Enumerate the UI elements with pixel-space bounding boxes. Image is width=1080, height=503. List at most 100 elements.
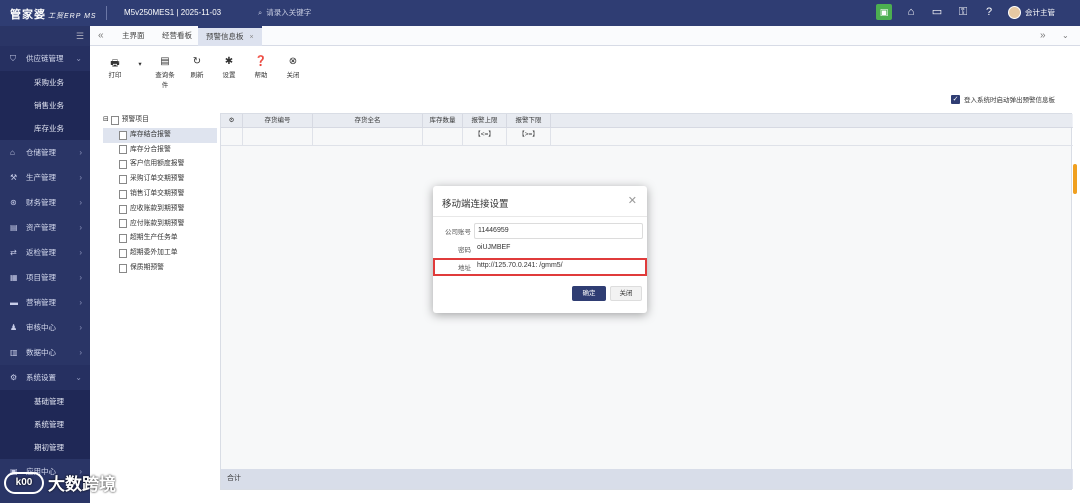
sidebar-subitem[interactable]: 采购业务 xyxy=(0,71,90,94)
password-label: 密码 xyxy=(458,247,471,254)
tree-item[interactable]: 保质期预警 xyxy=(103,261,217,276)
user-menu[interactable]: 会计主管 xyxy=(1008,6,1055,19)
home-icon[interactable]: ⌂ xyxy=(904,5,918,19)
sidebar-item-3[interactable]: ⊛ 财务管理 › xyxy=(0,190,90,215)
asset-icon: ▤ xyxy=(10,223,18,232)
watermark: k00 大数跨境 xyxy=(4,470,116,495)
tree-item-label: 客户信用额度报警 xyxy=(130,160,185,168)
sidebar-item-4[interactable]: ▤ 资产管理 › xyxy=(0,215,90,240)
production-icon: ⚒ xyxy=(10,173,18,182)
sidebar-item-10[interactable]: ⚙ 系统设置 ⌄ xyxy=(0,365,90,390)
sidebar-item-9[interactable]: ▥ 数据中心 › xyxy=(0,340,90,365)
project-icon: ▦ xyxy=(10,273,18,282)
sidebar-item-5[interactable]: ⇄ 返检管理 › xyxy=(0,240,90,265)
tab-home[interactable]: 主界面 xyxy=(114,26,153,46)
global-search[interactable]: ⌕ 请录入关键字 xyxy=(258,7,315,18)
company-account-field[interactable]: 11446959 xyxy=(474,223,643,239)
sidebar-item-7[interactable]: ▬ 营销管理 › xyxy=(0,290,90,315)
auto-popup-option[interactable]: ✓ 登入系统时启动弹出预警信息板 xyxy=(951,94,1055,104)
company-account-row: 公司账号 11446959 xyxy=(433,223,647,239)
settings-icon: ⚙ xyxy=(10,373,18,382)
confirm-button[interactable]: 确定 xyxy=(572,286,606,301)
avatar xyxy=(1008,6,1021,19)
tree-item[interactable]: 超期生产任务单 xyxy=(103,231,217,246)
sidebar-item-label: 数据中心 xyxy=(26,348,56,357)
toolbar-button-5[interactable]: ⊗ 关闭 xyxy=(282,56,304,89)
close-button[interactable]: 关闭 xyxy=(610,286,642,301)
top-bar: 管家婆 工贸ERP MS M5v250MES1 | 2025-11-03 ⌕ 请录入… xyxy=(0,0,1080,26)
sidebar-subitem[interactable]: 系统管理 xyxy=(0,413,90,436)
sidebar-item-6[interactable]: ▦ 项目管理 › xyxy=(0,265,90,290)
sidebar-item-label: 返检管理 xyxy=(26,248,56,257)
tree-item[interactable]: 库存结合报警 xyxy=(103,127,217,143)
tree-root[interactable]: ⊟ 预警项目 xyxy=(103,113,217,128)
close-icon[interactable]: ✕ xyxy=(628,194,637,207)
toolbar-label: 关闭 xyxy=(286,72,300,79)
chevron-down-icon: ⌄ xyxy=(75,54,82,63)
address-highlight xyxy=(433,258,647,276)
toolbar-button-0[interactable]: 🖶 打印 xyxy=(104,56,126,89)
chevron-right-icon: › xyxy=(79,273,82,282)
refresh-icon: ↻ xyxy=(192,56,202,67)
warning-tree: ⊟ 预警项目库存结合报警库存分合报警客户信用额度报警采购订单交期预警销售订单交期预… xyxy=(103,113,217,276)
toolbar-label: 打印 xyxy=(108,72,122,79)
scrollbar-marker[interactable] xyxy=(1073,164,1077,194)
account-info: M5v250MES1 | 2025-11-03 xyxy=(124,8,222,17)
sidebar-item-label: 财务管理 xyxy=(26,198,56,207)
toolbar-button-3[interactable]: ✱ 设置 xyxy=(218,56,240,89)
chevron-down-icon[interactable]: ⌄ xyxy=(1062,26,1069,46)
tree-item[interactable]: 库存分合报警 xyxy=(103,143,217,158)
tree-item-label: 应收账款到期预警 xyxy=(130,204,185,212)
tab-dashboard[interactable]: 经营看板 xyxy=(154,26,200,46)
tree-item[interactable]: 销售订单交期预警 xyxy=(103,187,217,202)
close-tab-icon[interactable]: × xyxy=(250,34,254,41)
tree-item-label: 销售订单交期预警 xyxy=(130,189,185,197)
data-icon: ▥ xyxy=(10,348,18,357)
finance-icon: ⊛ xyxy=(10,198,17,207)
tree-item[interactable]: 采购订单交期预警 xyxy=(103,172,217,187)
help-icon[interactable]: ? xyxy=(982,5,996,19)
dialog-title: 移动端连接设置 xyxy=(442,199,509,210)
password-field[interactable]: oiUJMBEF xyxy=(474,241,643,257)
collapse-sidebar-icon[interactable]: ☰ xyxy=(76,31,84,42)
sidebar-subitem[interactable]: 销售业务 xyxy=(0,94,90,117)
chevron-right-icon: › xyxy=(79,348,82,357)
tree-item[interactable]: 应付账款到期预警 xyxy=(103,217,217,232)
sidebar-item-8[interactable]: ♟ 审核中心 › xyxy=(0,315,90,340)
auto-popup-checkbox[interactable]: ✓ xyxy=(951,94,960,104)
sidebar-subitem[interactable]: 基础管理 xyxy=(0,390,90,413)
tree-root-label: 预警项目 xyxy=(121,116,149,123)
sidebar-item-label: 生产管理 xyxy=(26,173,56,182)
sidebar-item-label: 仓储管理 xyxy=(26,148,56,157)
chevron-right-icon: › xyxy=(79,173,82,182)
sidebar-item-label: 系统设置 xyxy=(26,373,56,382)
toolbar-button-4[interactable]: ❓ 帮助 xyxy=(250,56,272,89)
collapse-tree-icon[interactable]: ⊟ xyxy=(103,113,109,128)
mobile-link-icon[interactable]: ▣ xyxy=(876,4,892,20)
tree-item[interactable]: 客户信用额度报警 xyxy=(103,157,217,172)
tab-scroll-right-icon[interactable]: » xyxy=(1040,26,1046,46)
lock-icon[interactable]: ⚿ xyxy=(956,5,970,19)
file-icon xyxy=(119,130,127,140)
toolbar-button-2[interactable]: ↻ 刷新 xyxy=(186,56,208,89)
tab-warning-board[interactable]: 预警信息板 × xyxy=(198,26,262,46)
tab-scroll-left-icon[interactable]: « xyxy=(98,26,104,46)
sidebar-subitem[interactable]: 期初管理 xyxy=(0,436,90,459)
file-icon xyxy=(119,219,127,229)
sidebar-item-2[interactable]: ⚒ 生产管理 › xyxy=(0,165,90,190)
tree-item[interactable]: 应收账款到期预警 xyxy=(103,202,217,217)
file-icon xyxy=(119,189,127,199)
sidebar-item-1[interactable]: ⌂ 仓储管理 › xyxy=(0,140,90,165)
toolbar-button-1[interactable]: ▤ 查询条件 xyxy=(154,56,176,89)
chevron-right-icon: › xyxy=(79,323,82,332)
tree-item[interactable]: 超期委外加工单 xyxy=(103,246,217,261)
message-icon[interactable]: ▭ xyxy=(930,5,944,19)
sidebar-menu: ⛉ 供应链管理 ⌄ 采购业务 销售业务 库存业务 ⌂ 仓储管理 › ⚒ 生产管理 › ⊛ 财务管理 › ▤ 资产… xyxy=(0,46,90,484)
tree-item-label: 库存分合报警 xyxy=(130,145,171,153)
help-icon: ❓ xyxy=(254,56,268,67)
print-dropdown-icon[interactable]: ▾ xyxy=(136,56,144,89)
sidebar-subitem[interactable]: 库存业务 xyxy=(0,117,90,140)
tab-label: 预警信息板 xyxy=(206,32,244,41)
chevron-right-icon: › xyxy=(79,248,82,257)
sidebar-item-0[interactable]: ⛉ 供应链管理 ⌄ xyxy=(0,46,90,71)
